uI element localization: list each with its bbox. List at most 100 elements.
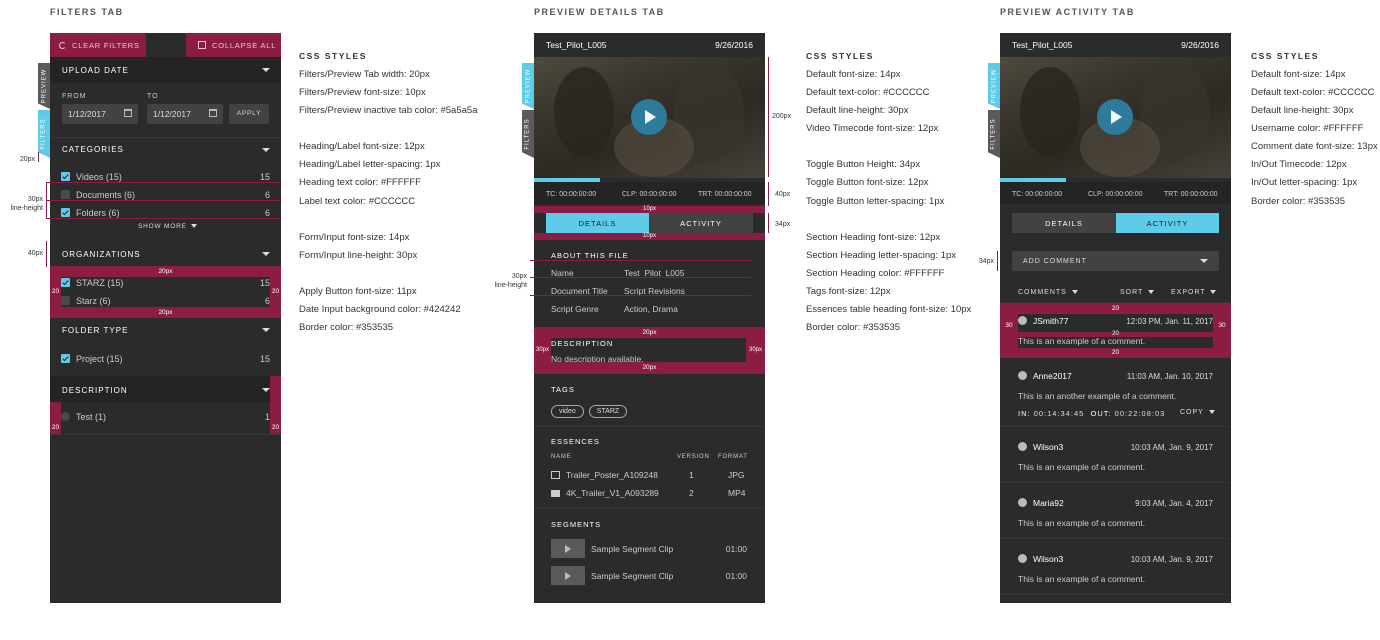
chevron-down-icon[interactable] (262, 148, 270, 152)
details-toggle-button[interactable]: DETAILS (546, 213, 649, 233)
category-videos[interactable]: Videos (15) 15 (61, 172, 270, 182)
essence-version: 1 (689, 470, 694, 480)
chevron-down-icon (262, 68, 270, 72)
tags-heading: TAGS (551, 385, 575, 394)
add-comment-dropdown[interactable]: ADD COMMENT (1012, 251, 1219, 271)
comment-text: This is an example of a comment. (1018, 518, 1146, 528)
details-panel: Test_Pilot_L005 9/26/2016 TC: 00:00:00:0… (534, 33, 765, 603)
preview-side-tab[interactable]: PREVIEW (522, 63, 534, 109)
essence-row[interactable]: Trailer_Poster_A109248 1 JPG (551, 470, 753, 480)
essence-row[interactable]: 4K_Trailer_V1_A093289 2 MP4 (551, 488, 753, 498)
tag-chip[interactable]: STARZ (588, 405, 628, 418)
note-line: Form/Input line-height: 30px (299, 250, 418, 261)
divider (1000, 538, 1231, 539)
tag-chip[interactable]: video (551, 405, 584, 418)
from-date-input[interactable]: 1/12/2017 (62, 104, 138, 124)
timecode-trt: TRT: 00:00:00:00 (698, 191, 752, 198)
preview-side-tab[interactable]: PREVIEW (38, 63, 50, 109)
chevron-down-icon (262, 252, 270, 256)
comments-menu[interactable]: COMMENTS (1018, 289, 1078, 296)
comment-user: Anne2017 (1018, 371, 1072, 381)
tag-list: video STARZ (551, 400, 632, 418)
clear-filters-button[interactable]: CLEAR FILTERS (50, 33, 146, 57)
note-line: Default line-height: 30px (1251, 105, 1354, 116)
note-line: Filters/Preview Tab width: 20px (299, 69, 430, 80)
export-menu[interactable]: EXPORT (1171, 289, 1217, 296)
dim-20px: 20px (19, 156, 35, 163)
essences-heading: ESSENCES (551, 437, 600, 446)
video-shape (1020, 67, 1080, 157)
checkbox-unchecked-icon[interactable] (61, 190, 70, 199)
note-line: Section Heading color: #FFFFFF (806, 268, 945, 279)
copy-menu[interactable]: COPY (1180, 409, 1215, 416)
caret-down-icon (1071, 290, 1078, 294)
video-player[interactable] (534, 57, 765, 178)
folder-project[interactable]: Project (15) 15 (61, 354, 270, 364)
to-date-input[interactable]: 1/12/2017 (147, 104, 223, 124)
preview-tab-label: PREVIEW (41, 68, 48, 104)
clear-filters-label: CLEAR FILTERS (72, 41, 140, 50)
filters-side-tab[interactable]: FILTERS (38, 110, 50, 158)
spacing-label-top: 20 (1111, 305, 1120, 312)
checkbox-checked-icon[interactable] (61, 278, 70, 287)
org-count: 15 (259, 278, 270, 288)
checkbox-checked-icon[interactable] (61, 208, 70, 217)
comment-date: 9:03 AM, Jan. 4, 2017 (1135, 499, 1213, 508)
dim-30px: 30px (511, 273, 527, 280)
filters-notes-heading: CSS STYLES (299, 51, 367, 61)
note-line: Default font-size: 14px (806, 69, 901, 80)
inout-timecode: IN: 00:14:34:45 OUT: 00:22:08:03 (1018, 409, 1165, 418)
dim-line (530, 277, 751, 278)
checkbox-unchecked-icon[interactable] (61, 296, 70, 305)
play-icon[interactable] (631, 99, 667, 135)
category-folders[interactable]: Folders (6) 6 (61, 208, 270, 218)
dim-40px: 40px (27, 250, 43, 257)
comment-text: This is an example of a comment. (1018, 462, 1146, 472)
in-value: 00:14:34:45 (1033, 409, 1085, 418)
filters-side-tab[interactable]: FILTERS (522, 110, 534, 158)
apply-button[interactable]: APPLY (229, 104, 269, 124)
out-label: OUT: (1090, 409, 1112, 418)
dim-34px: 34px (978, 258, 994, 265)
show-more-link[interactable]: SHOW MORE (138, 223, 198, 230)
description-header[interactable]: DESCRIPTION (50, 376, 281, 402)
org-starz[interactable]: STARZ (15) 15 (61, 278, 270, 288)
note-line: Comment date font-size: 13px (1251, 141, 1378, 152)
org-starz-2[interactable]: Starz (6) 6 (61, 296, 270, 306)
details-toggle-button[interactable]: DETAILS (1012, 213, 1116, 233)
segment-thumbnail[interactable] (551, 566, 585, 585)
sort-menu[interactable]: SORT (1120, 289, 1155, 296)
dim-40px: 40px (775, 191, 791, 198)
essence-name: Trailer_Poster_A109248 (566, 470, 658, 480)
video-player[interactable] (1000, 57, 1231, 178)
preview-side-tab[interactable]: PREVIEW (988, 63, 1000, 109)
upload-date-header[interactable]: UPLOAD DATE (50, 57, 281, 83)
organizations-header[interactable]: ORGANIZATIONS (50, 240, 281, 266)
desc-test[interactable]: Test (1) 1 (61, 412, 270, 422)
comment-user: JSmith77 (1018, 316, 1068, 326)
video-camera-icon (551, 490, 560, 497)
detail-value: Action, Drama (624, 304, 678, 314)
radio-icon[interactable] (61, 412, 70, 421)
out-value: 00:22:08:03 (1114, 409, 1166, 418)
chevron-down-icon[interactable] (262, 328, 270, 332)
checkbox-checked-icon[interactable] (61, 172, 70, 181)
note-line: Section Heading font-size: 12px (806, 232, 941, 243)
checkbox-checked-icon[interactable] (61, 354, 70, 363)
category-documents[interactable]: Documents (6) 6 (61, 190, 270, 200)
dim-line (46, 182, 47, 218)
comment-date: 10:03 AM, Jan. 9, 2017 (1130, 555, 1213, 564)
video-shape (554, 67, 614, 157)
note-line: Essences table heading font-size: 10px (806, 304, 972, 315)
avatar-icon (1018, 498, 1027, 507)
filters-side-tab[interactable]: FILTERS (988, 110, 1000, 158)
segment-thumbnail[interactable] (551, 539, 585, 558)
org-count: 6 (264, 296, 270, 306)
collapse-all-button[interactable]: COLLAPSE ALL (186, 33, 281, 57)
activity-toggle-button[interactable]: ACTIVITY (1116, 213, 1219, 233)
play-icon[interactable] (1097, 99, 1133, 135)
activity-toggle-button[interactable]: ACTIVITY (649, 213, 753, 233)
comment-user: Wilson3 (1018, 442, 1063, 452)
dim-34px: 34px (775, 221, 791, 228)
image-icon (551, 471, 560, 479)
